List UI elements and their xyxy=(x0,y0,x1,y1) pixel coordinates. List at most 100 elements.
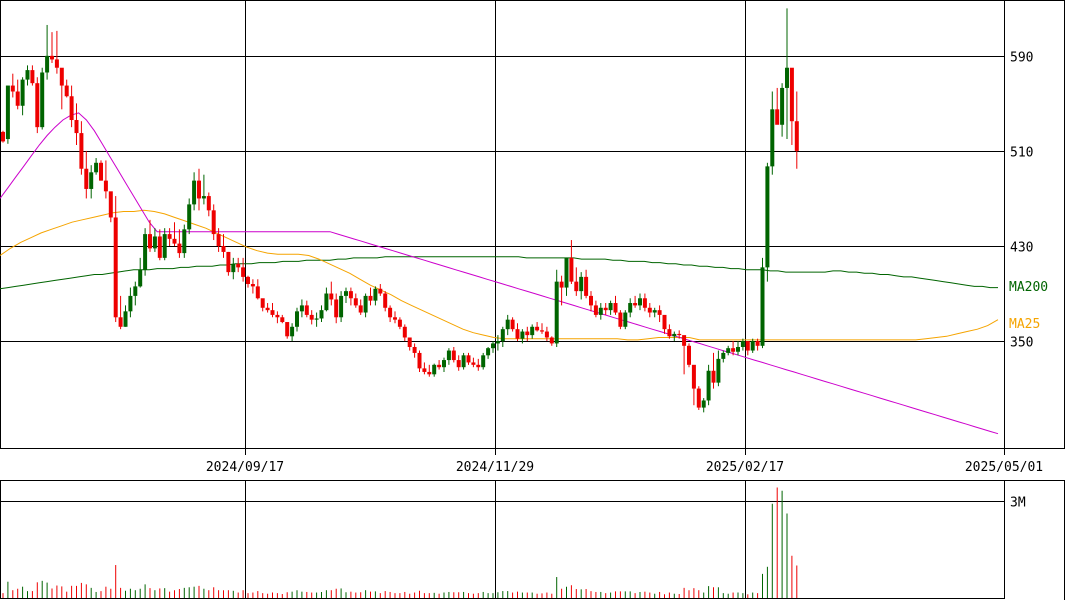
candle-down xyxy=(378,288,383,294)
candle-down xyxy=(677,333,682,336)
candle-up xyxy=(672,333,677,337)
candle-down xyxy=(633,303,638,306)
candle-down xyxy=(206,196,211,211)
candle-down xyxy=(69,96,74,121)
candle-down xyxy=(84,168,89,189)
candle-down xyxy=(99,162,103,181)
candle-down xyxy=(270,310,275,315)
candle-up xyxy=(5,85,10,140)
candle-down xyxy=(15,91,20,106)
candle-down xyxy=(657,310,662,315)
volume-bars xyxy=(2,487,798,598)
candle-up xyxy=(182,229,187,254)
candle-down xyxy=(388,307,393,318)
candle-down xyxy=(30,70,35,84)
candle-up xyxy=(344,291,348,296)
candle-down xyxy=(383,293,388,308)
candle-down xyxy=(589,295,593,306)
candle-up xyxy=(20,79,25,106)
candle-up xyxy=(505,319,510,330)
candle-up xyxy=(25,70,30,80)
candle-down xyxy=(167,234,172,239)
candle-down xyxy=(559,281,564,288)
candle-down xyxy=(402,326,407,338)
candle-down xyxy=(348,291,353,299)
candle-down xyxy=(451,350,456,361)
candle-down xyxy=(280,317,285,323)
volume-axis-labels: 3M xyxy=(1010,496,1026,511)
price-tick-label: 510 xyxy=(1010,146,1033,161)
candle-up xyxy=(128,295,133,312)
candle-up xyxy=(442,360,446,368)
candle-down xyxy=(64,85,69,97)
candle-down xyxy=(427,371,432,375)
candle-up xyxy=(652,310,657,313)
candle-down xyxy=(510,319,515,330)
candle-up xyxy=(598,307,603,315)
candle-up xyxy=(299,305,304,312)
candle-down xyxy=(74,120,79,134)
candle-down xyxy=(789,67,794,122)
candle-down xyxy=(476,364,481,368)
candle-down xyxy=(304,305,309,315)
candle-up xyxy=(319,310,324,319)
candle-up xyxy=(231,263,236,273)
candle-down xyxy=(329,293,334,300)
candle-down xyxy=(407,337,412,347)
candle-up xyxy=(530,326,535,336)
candle-down xyxy=(422,368,427,372)
candle-up xyxy=(324,293,329,311)
candle-up xyxy=(736,346,740,352)
candle-down xyxy=(471,362,476,365)
candle-down xyxy=(334,299,339,318)
candle-down xyxy=(662,314,667,330)
candle-down xyxy=(687,345,691,365)
candle-up xyxy=(554,281,559,344)
candle-up xyxy=(780,87,785,125)
candle-down xyxy=(148,234,152,249)
candle-up xyxy=(579,276,584,292)
candle-up xyxy=(481,355,486,368)
candle-down xyxy=(50,55,54,60)
candle-down xyxy=(584,276,589,296)
candle-up xyxy=(339,295,344,318)
candle-up xyxy=(495,341,500,344)
candle-down xyxy=(172,238,177,244)
candle-up xyxy=(638,298,642,306)
candle-down xyxy=(35,83,40,128)
candle-down xyxy=(216,234,221,246)
candle-up xyxy=(152,236,157,249)
grid-lines xyxy=(0,0,1005,598)
ma25-legend: MA25 xyxy=(1009,317,1040,332)
candle-up xyxy=(623,312,628,327)
candle-down xyxy=(59,67,64,86)
date-tick-label: 2024/11/29 xyxy=(456,460,534,475)
date-axis-labels: 2024/09/17 2024/11/29 2025/02/17 2025/05/01 xyxy=(206,460,1043,475)
candle-up xyxy=(373,288,378,301)
candle-up xyxy=(491,343,495,349)
candle-up xyxy=(500,329,505,342)
candle-down xyxy=(417,352,422,369)
candle-down xyxy=(691,364,696,389)
candle-down xyxy=(731,348,736,352)
candle-down xyxy=(603,307,608,311)
price-axis-labels: 590 510 430 350 xyxy=(1010,51,1033,351)
candle-down xyxy=(368,295,373,301)
candle-down xyxy=(54,59,59,68)
candle-down xyxy=(549,337,554,344)
candle-down xyxy=(613,303,618,313)
candle-up xyxy=(89,172,94,189)
candle-up xyxy=(564,257,569,288)
candle-down xyxy=(221,245,226,252)
candle-up xyxy=(486,348,491,356)
candle-down xyxy=(246,276,250,285)
price-tick-label: 430 xyxy=(1010,241,1033,256)
candle-down xyxy=(437,364,442,368)
date-tick-label: 2025/02/17 xyxy=(706,460,784,475)
candle-up xyxy=(432,364,437,375)
candle-up xyxy=(363,295,368,313)
candle-down xyxy=(260,298,265,308)
candle-down xyxy=(647,307,652,313)
moving-average-lines xyxy=(0,112,999,435)
candle-up xyxy=(133,286,138,296)
